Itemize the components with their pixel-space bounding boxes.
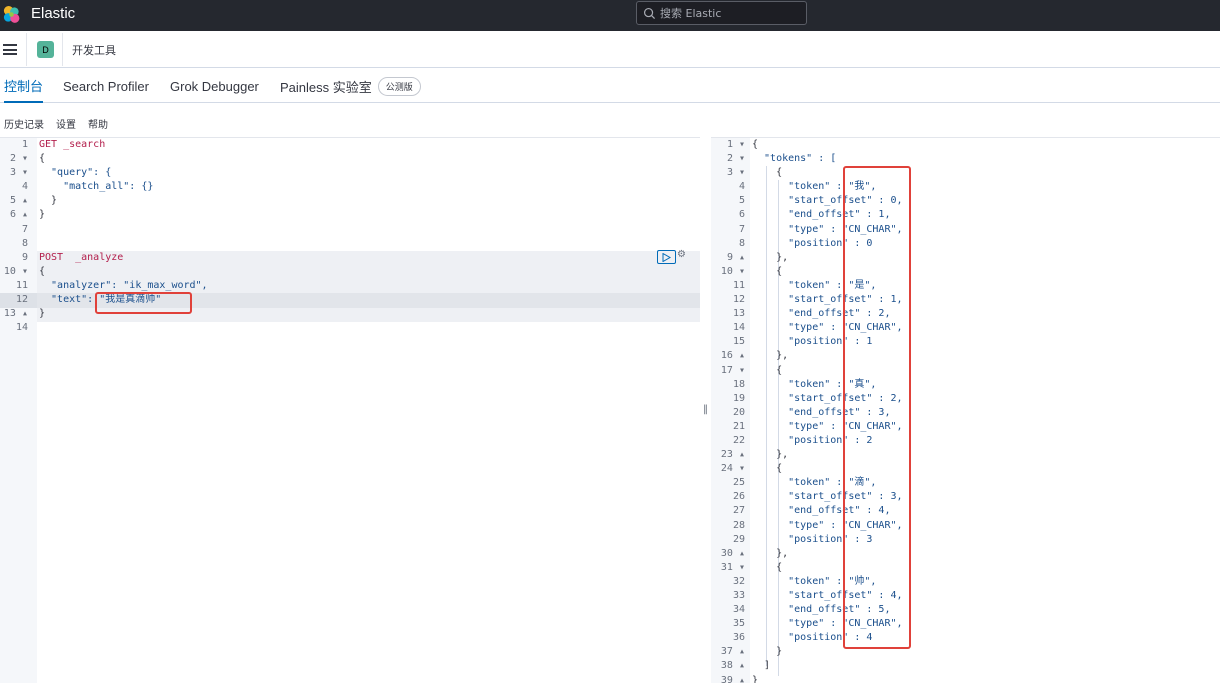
run-request-button[interactable]: [657, 250, 676, 264]
code-line: {: [752, 139, 759, 150]
annotation-box: [95, 292, 192, 314]
line-numbers: 1 ▾ 2 ▾ 3 ▾ 4 5 6 7 8 9 ▴ 10 ▾ 11 12 13 …: [720, 139, 745, 683]
code-line: POST _analyze: [39, 251, 124, 263]
history-link[interactable]: 历史记录: [4, 116, 44, 131]
settings-link[interactable]: 设置: [56, 116, 76, 131]
menu-icon[interactable]: [3, 44, 17, 55]
annotation-box: [843, 166, 911, 649]
tab-painless-lab[interactable]: Painless 实验室 公测版: [280, 69, 421, 103]
help-link[interactable]: 帮助: [88, 116, 108, 131]
top-header: Elastic: [0, 0, 1220, 31]
elastic-logo-icon[interactable]: [2, 5, 21, 24]
code-line: {: [752, 167, 783, 179]
space-avatar[interactable]: D: [37, 41, 54, 58]
code-line: ]: [752, 660, 771, 672]
search-input[interactable]: [660, 6, 800, 20]
code-line: {: [752, 265, 783, 277]
global-search[interactable]: [636, 1, 807, 25]
code-line: {: [752, 364, 783, 376]
code-line: },: [752, 547, 789, 559]
code-line: "match_all": {}: [39, 181, 154, 193]
code-line: }: [752, 674, 759, 683]
breadcrumb[interactable]: 开发工具: [72, 42, 116, 58]
wrench-icon[interactable]: ⚙: [677, 249, 686, 260]
code-line: }: [39, 209, 46, 221]
code-line: {: [39, 265, 46, 277]
divider: [26, 33, 27, 66]
request-editor[interactable]: 1 2 ▾ 3 ▾ 4 5 ▴ 6 ▴ 7 8 9 10 ▾ 11 12 13 …: [0, 137, 700, 683]
code-line: GET _search: [39, 139, 106, 150]
beta-badge: 公测版: [377, 76, 421, 96]
code-line: "analyzer": "ik_max_word",: [39, 279, 208, 291]
play-icon: [662, 252, 671, 262]
tab-search-profiler[interactable]: Search Profiler: [63, 69, 149, 103]
code-line: },: [752, 251, 789, 263]
code-line: },: [752, 350, 789, 362]
code-line: {: [752, 561, 783, 573]
code-line: }: [752, 646, 783, 658]
dev-tools-tabs: 控制台 Search Profiler Grok Debugger Painle…: [0, 69, 1220, 103]
tab-grok-debugger[interactable]: Grok Debugger: [170, 69, 259, 103]
divider: [62, 33, 63, 66]
code-line: {: [39, 153, 46, 165]
pane-resizer[interactable]: ‖: [703, 404, 709, 418]
code-line: },: [752, 449, 789, 461]
app-title[interactable]: Elastic: [31, 5, 75, 22]
code-line: }: [39, 195, 58, 207]
console-toolbar: 历史记录 设置 帮助: [4, 116, 108, 131]
code-line: "tokens" : [: [752, 153, 837, 165]
code-line: {: [752, 463, 783, 475]
tab-console[interactable]: 控制台: [4, 69, 44, 103]
code-line: }: [39, 308, 46, 320]
nav-bar: D 开发工具: [0, 31, 1220, 68]
line-numbers: 1 2 ▾ 3 ▾ 4 5 ▴ 6 ▴ 7 8 9 10 ▾ 11 12 13 …: [3, 139, 28, 334]
code-line: "query": {: [39, 167, 112, 179]
response-editor: 1 ▾ 2 ▾ 3 ▾ 4 5 6 7 8 9 ▴ 10 ▾ 11 12 13 …: [711, 137, 1220, 683]
search-icon: [643, 7, 656, 19]
